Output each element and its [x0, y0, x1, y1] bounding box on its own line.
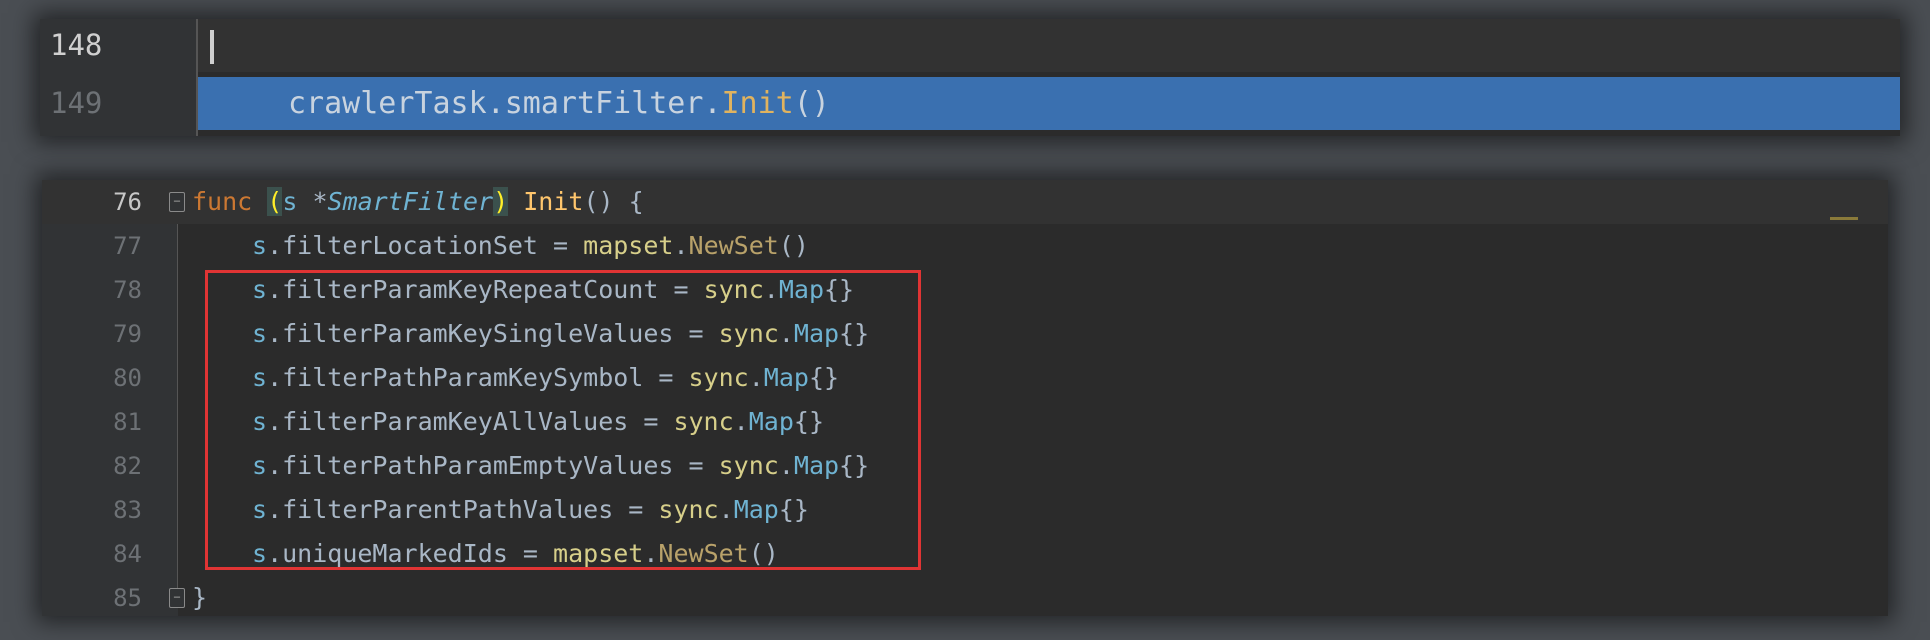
receiver-var: s [282, 187, 298, 216]
member-name[interactable]: NewSet [689, 231, 779, 260]
keyword-func: func [192, 187, 253, 216]
code-text[interactable] [198, 19, 1900, 72]
line-number: 78 [113, 276, 142, 304]
fold-open-icon[interactable]: − [169, 192, 185, 212]
method-call[interactable]: Init [722, 86, 794, 121]
code-text[interactable]: } [192, 576, 207, 616]
dot: . [486, 86, 505, 121]
signature-tail: () { [583, 187, 644, 216]
identifier: crawlerTask [288, 86, 487, 121]
fold-close-icon[interactable]: − [169, 588, 185, 608]
code-text[interactable]: s.filterLocationSet = mapset.NewSet() [252, 224, 809, 268]
code-line-selected[interactable]: 149 crawlerTask.smartFilter.Init() [40, 77, 1900, 130]
line-number: 83 [113, 496, 142, 524]
code-line[interactable]: 148 [40, 19, 1900, 72]
code-line-current[interactable]: 76 − func (s *SmartFilter) Init() { [42, 180, 1888, 224]
line-number: 84 [113, 540, 142, 568]
function-name[interactable]: Init [523, 187, 583, 216]
receiver-var: s [252, 231, 268, 260]
line-number: 149 [50, 86, 103, 120]
identifier: smartFilter [504, 86, 704, 121]
expr-tail: () [778, 231, 809, 260]
definition-editor: 76 − func (s *SmartFilter) Init() { 77 s… [42, 180, 1888, 616]
paren-open: ( [267, 187, 283, 216]
scrollbar-marker[interactable] [1830, 217, 1858, 220]
line-number: 81 [113, 408, 142, 436]
line-number: 82 [113, 452, 142, 480]
text-caret [210, 30, 214, 64]
pointer-star: * [297, 187, 328, 216]
code-text[interactable]: crawlerTask.smartFilter.Init() [198, 77, 1900, 130]
line-number: 77 [113, 232, 142, 260]
line-number: 76 [113, 188, 142, 216]
call-parens: () [793, 86, 830, 121]
dot: . [673, 231, 689, 260]
call-site-editor: 148 149 crawlerTask.smartFilter.Init() [40, 19, 1900, 136]
line-number: 85 [113, 584, 142, 612]
code-line[interactable]: 85 − } [42, 576, 1888, 616]
line-number: 80 [113, 364, 142, 392]
paren-close: ) [493, 187, 509, 216]
package-name: mapset [583, 231, 674, 260]
code-line[interactable]: 77 s.filterLocationSet = mapset.NewSet() [42, 224, 1888, 268]
type-name[interactable]: SmartFilter [328, 187, 494, 216]
code-text[interactable]: func (s *SmartFilter) Init() { [192, 180, 644, 224]
highlight-box [205, 270, 921, 570]
field-assign: .filterLocationSet = [267, 231, 584, 260]
dot: . [703, 86, 722, 121]
line-number: 79 [113, 320, 142, 348]
line-number: 148 [50, 28, 103, 62]
